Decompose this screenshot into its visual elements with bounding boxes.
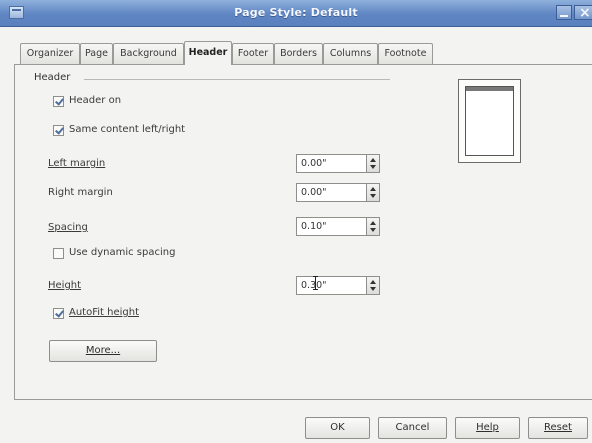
- spacing-spinbox[interactable]: 0.10": [296, 217, 380, 236]
- reset-button[interactable]: Reset: [528, 417, 588, 439]
- left-margin-label: Left margin: [48, 158, 106, 169]
- preview-header-area: [466, 87, 513, 91]
- decrease-arrow-icon[interactable]: [370, 228, 376, 232]
- preview-page: [465, 86, 514, 156]
- dynamic-spacing-checkbox[interactable]: [53, 248, 64, 259]
- tab-footnote[interactable]: Footnote: [378, 43, 433, 64]
- ok-button[interactable]: OK: [305, 417, 370, 439]
- tab-background[interactable]: Background: [113, 43, 184, 64]
- spacing-value[interactable]: 0.10": [301, 221, 327, 232]
- right-margin-value[interactable]: 0.00": [301, 187, 327, 198]
- decrease-arrow-icon[interactable]: [370, 194, 376, 198]
- header-preview: [458, 79, 521, 163]
- increase-arrow-icon[interactable]: [370, 280, 376, 284]
- text-cursor-icon: [313, 276, 318, 290]
- increase-arrow-icon[interactable]: [370, 158, 376, 162]
- title-bar[interactable]: Page Style: Default: [0, 0, 592, 27]
- right-margin-spinbox[interactable]: 0.00": [296, 183, 380, 202]
- tab-page[interactable]: Page: [80, 43, 113, 64]
- height-spin-buttons[interactable]: [366, 277, 379, 294]
- autofit-height-label[interactable]: AutoFit height: [69, 307, 139, 318]
- right-margin-label: Right margin: [48, 187, 113, 198]
- header-on-label[interactable]: Header on: [69, 95, 121, 106]
- dynamic-spacing-label[interactable]: Use dynamic spacing: [69, 247, 175, 258]
- minimize-icon[interactable]: [556, 5, 572, 20]
- left-margin-spinbox[interactable]: 0.00": [296, 154, 380, 173]
- spacing-spin-buttons[interactable]: [366, 218, 379, 235]
- decrease-arrow-icon[interactable]: [370, 287, 376, 291]
- height-label: Height: [48, 280, 82, 291]
- left-margin-spin-buttons[interactable]: [366, 155, 379, 172]
- height-spinbox[interactable]: 0.30": [296, 276, 380, 295]
- cancel-button[interactable]: Cancel: [378, 417, 447, 439]
- right-margin-spin-buttons[interactable]: [366, 184, 379, 201]
- same-content-label[interactable]: Same content left/right: [69, 124, 185, 135]
- decrease-arrow-icon[interactable]: [370, 165, 376, 169]
- tab-header[interactable]: Header: [184, 41, 232, 65]
- tab-columns[interactable]: Columns: [323, 43, 378, 64]
- increase-arrow-icon[interactable]: [370, 187, 376, 191]
- tab-organizer[interactable]: Organizer: [20, 43, 80, 64]
- window-title: Page Style: Default: [234, 6, 358, 19]
- autofit-height-checkbox[interactable]: [53, 308, 64, 319]
- section-separator: [84, 79, 390, 80]
- header-on-checkbox[interactable]: [53, 96, 64, 107]
- tab-borders[interactable]: Borders: [274, 43, 323, 64]
- spacing-label: Spacing: [48, 222, 88, 233]
- section-title-header: Header: [34, 72, 71, 83]
- help-button[interactable]: Help: [455, 417, 520, 439]
- same-content-checkbox[interactable]: [53, 125, 64, 136]
- increase-arrow-icon[interactable]: [370, 221, 376, 225]
- close-icon[interactable]: [574, 5, 592, 21]
- tab-footer[interactable]: Footer: [232, 43, 274, 64]
- more-button[interactable]: More...: [49, 340, 157, 362]
- left-margin-value[interactable]: 0.00": [301, 158, 327, 169]
